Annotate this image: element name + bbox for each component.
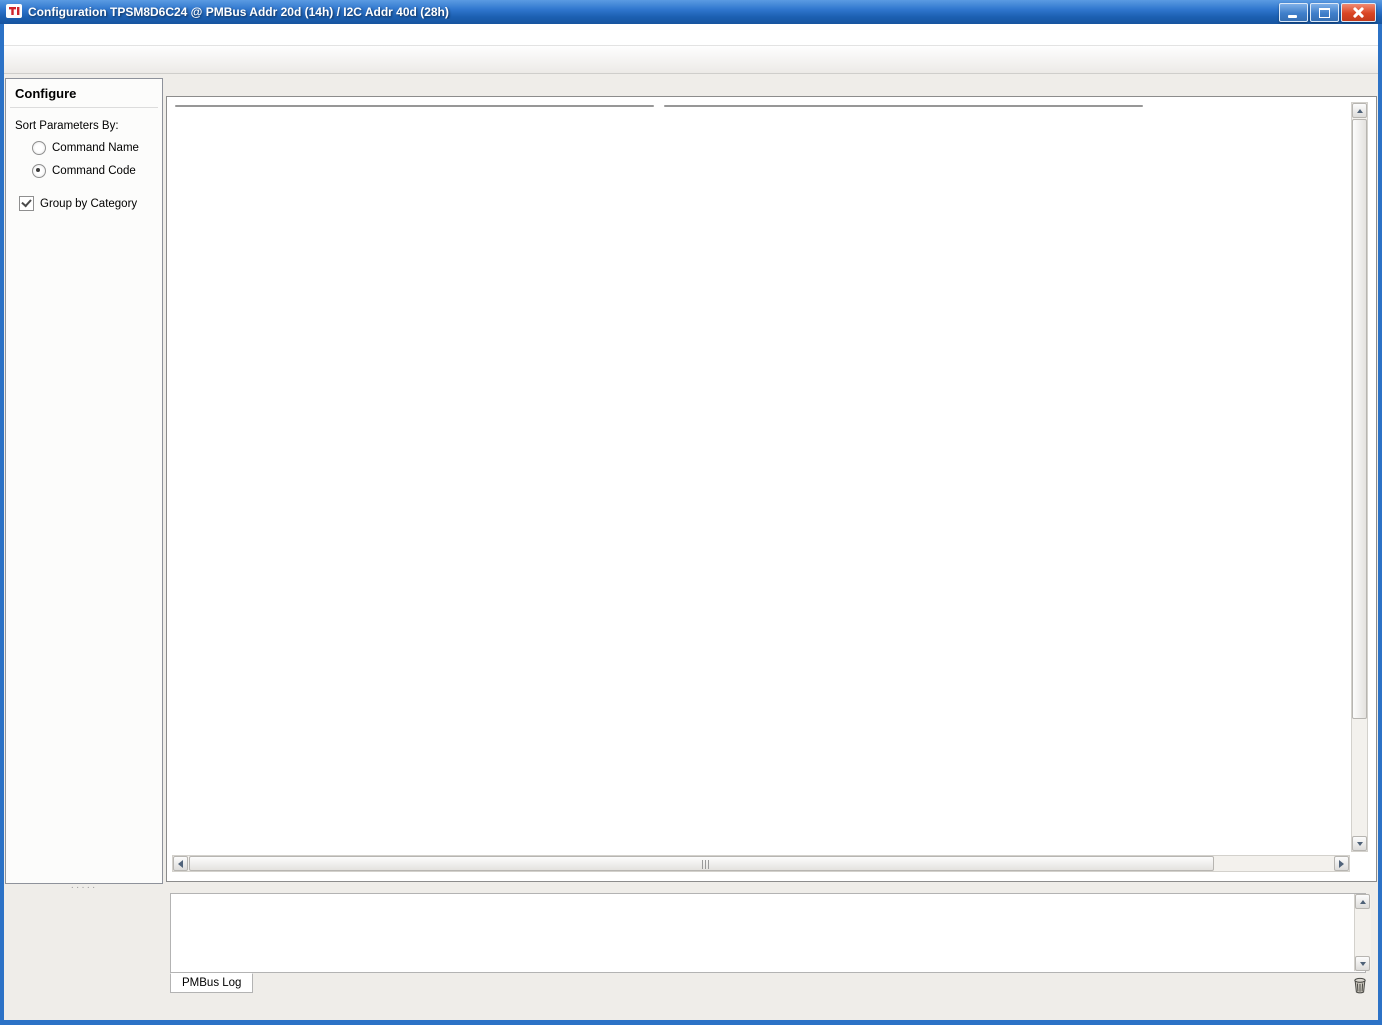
up-arrow-icon [1360, 900, 1366, 904]
tab-pmbus-log[interactable]: PMBus Log [170, 973, 253, 993]
checkbox-icon [19, 196, 34, 211]
window-title: Configuration TPSM8D6C24 @ PMBus Addr 20… [28, 5, 1277, 19]
splitter-grip[interactable]: ····· [5, 884, 163, 892]
radio-icon-selected [32, 164, 46, 178]
right-arrow-icon [1339, 860, 1344, 868]
maximize-icon [1319, 8, 1330, 18]
all-config-tab-content [166, 96, 1377, 882]
window-border-bottom [0, 1020, 1382, 1025]
configure-panel-title: Configure [6, 79, 162, 107]
scroll-up-button[interactable] [1352, 103, 1367, 118]
radio-command-name[interactable]: Command Name [6, 136, 162, 159]
sort-parameters-label: Sort Parameters By: [6, 108, 162, 136]
radio-command-code[interactable]: Command Code [6, 159, 162, 182]
trash-icon [1352, 977, 1368, 994]
configure-panel: Configure Sort Parameters By: Command Na… [5, 78, 163, 884]
thumb-grip-icon [702, 860, 710, 869]
scroll-left-button[interactable] [173, 856, 188, 871]
radio-icon [32, 141, 46, 155]
down-arrow-icon [1360, 962, 1366, 966]
toolbar [4, 46, 1378, 74]
radio-label: Command Name [52, 142, 139, 154]
scroll-right-button[interactable] [1334, 856, 1349, 871]
group-by-category-checkbox[interactable]: Group by Category [6, 182, 162, 211]
up-arrow-icon [1357, 109, 1363, 113]
status-bar [4, 999, 1378, 1020]
maximize-button[interactable] [1310, 3, 1339, 22]
minimize-button[interactable] [1279, 3, 1308, 22]
command-table-left [175, 105, 654, 107]
log-scroll-up-button[interactable] [1355, 894, 1370, 909]
titlebar: Configuration TPSM8D6C24 @ PMBus Addr 20… [0, 0, 1382, 24]
horizontal-scrollbar[interactable] [172, 855, 1350, 872]
close-button[interactable] [1341, 3, 1376, 22]
app-icon [6, 3, 22, 22]
clear-log-button[interactable] [1352, 977, 1368, 997]
left-arrow-icon [178, 860, 183, 868]
vertical-scroll-thumb[interactable] [1352, 119, 1367, 719]
command-table-right [664, 105, 1143, 107]
checkbox-label: Group by Category [40, 198, 137, 210]
radio-label: Command Code [52, 165, 136, 177]
window-border-left [0, 24, 4, 1025]
log-panel: PMBus Log [170, 893, 1372, 994]
minimize-icon [1288, 15, 1297, 18]
log-scrollbar[interactable] [1354, 894, 1371, 971]
down-arrow-icon [1357, 842, 1363, 846]
horizontal-scroll-thumb[interactable] [189, 856, 1214, 871]
log-output[interactable] [170, 893, 1366, 973]
window-border-right [1378, 24, 1382, 1025]
log-scroll-down-button[interactable] [1355, 956, 1370, 971]
vertical-scrollbar[interactable] [1351, 102, 1368, 852]
menu-bar [4, 24, 1378, 46]
scroll-down-button[interactable] [1352, 836, 1367, 851]
